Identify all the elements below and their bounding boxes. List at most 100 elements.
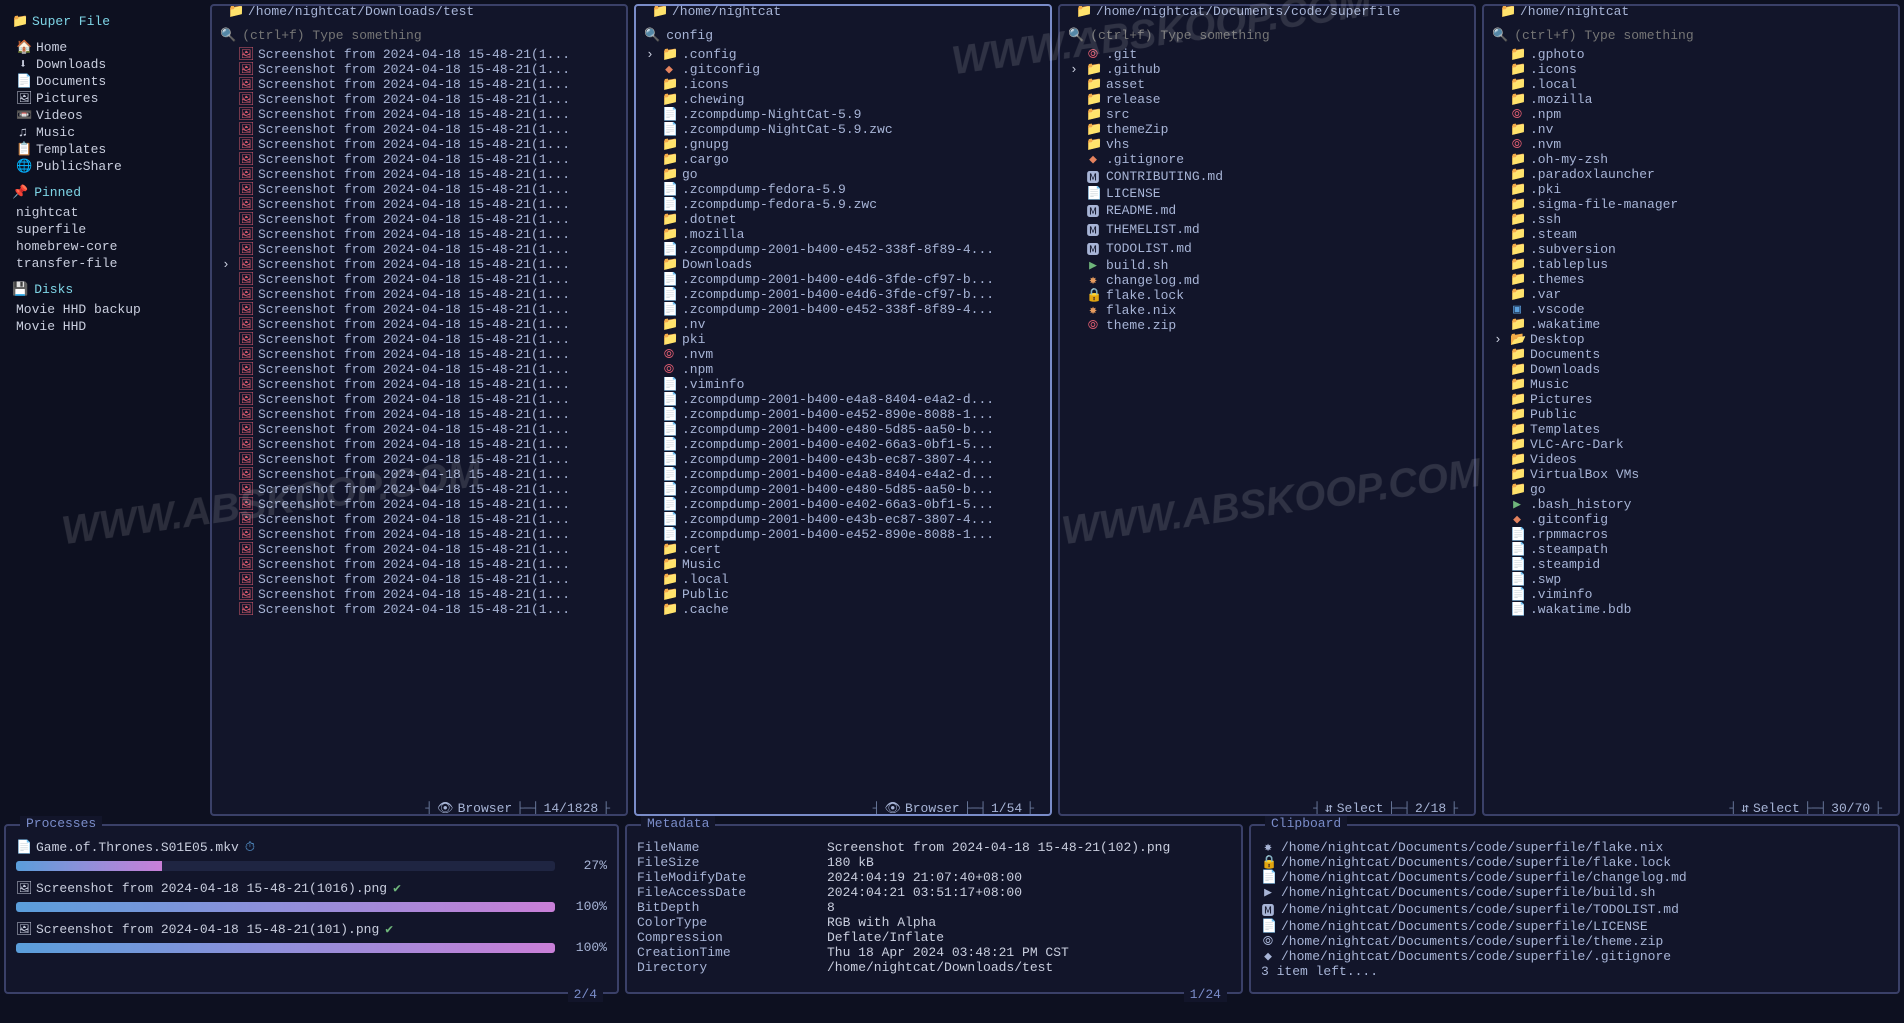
file-item[interactable]: 📄 .swp: [1492, 572, 1890, 587]
file-item[interactable]: 📄 .zcompdump-NightCat-5.9: [644, 107, 1042, 122]
file-item[interactable]: ✸ changelog.md: [1068, 273, 1466, 288]
file-panel-2[interactable]: 📁 /home/nightcat/Documents/code/superfil…: [1058, 4, 1476, 816]
file-item[interactable]: 📁 .sigma-file-manager: [1492, 197, 1890, 212]
file-item[interactable]: › 📁 .config: [644, 47, 1042, 62]
file-item[interactable]: 📁 .dotnet: [644, 212, 1042, 227]
file-item[interactable]: 📁 Public: [644, 587, 1042, 602]
file-item[interactable]: 📁 vhs: [1068, 137, 1466, 152]
file-item[interactable]: ⦾ .nvm: [644, 347, 1042, 362]
search-input[interactable]: [666, 28, 1042, 43]
sidebar-item-music[interactable]: ♫Music: [12, 124, 196, 141]
file-item[interactable]: 📁 release: [1068, 92, 1466, 107]
file-item[interactable]: 📄 .zcompdump-2001-b400-e452-338f-8f89-4.…: [644, 302, 1042, 317]
file-item[interactable]: 📄 .zcompdump-2001-b400-e4d6-3fde-cf97-b.…: [644, 272, 1042, 287]
file-item[interactable]: ⦾ .npm: [644, 362, 1042, 377]
file-item[interactable]: 📄 .zcompdump-fedora-5.9.zwc: [644, 197, 1042, 212]
sidebar-item-documents[interactable]: 📄Documents: [12, 73, 196, 90]
file-item[interactable]: 📁 .cert: [644, 542, 1042, 557]
file-item[interactable]: 📁 .icons: [644, 77, 1042, 92]
search-input[interactable]: [1090, 28, 1466, 43]
file-item[interactable]: 📁 .wakatime: [1492, 317, 1890, 332]
file-item[interactable]: 📁 .themes: [1492, 272, 1890, 287]
pinned-item[interactable]: transfer-file: [12, 255, 196, 272]
pinned-item[interactable]: nightcat: [12, 204, 196, 221]
file-item[interactable]: 🖼 Screenshot from 2024-04-18 15-48-21(1.…: [220, 182, 618, 197]
sidebar-item-downloads[interactable]: ⬇Downloads: [12, 56, 196, 73]
file-item[interactable]: 📁 .nv: [1492, 122, 1890, 137]
sidebar-item-home[interactable]: 🏠Home: [12, 39, 196, 56]
file-item[interactable]: 📁 VirtualBox VMs: [1492, 467, 1890, 482]
file-item[interactable]: 📁 .pki: [1492, 182, 1890, 197]
file-item[interactable]: ▶ .bash_history: [1492, 497, 1890, 512]
file-item[interactable]: 🖼 Screenshot from 2024-04-18 15-48-21(1.…: [220, 467, 618, 482]
file-item[interactable]: 📄 .zcompdump-2001-b400-e452-338f-8f89-4.…: [644, 242, 1042, 257]
file-item[interactable]: 🖼 Screenshot from 2024-04-18 15-48-21(1.…: [220, 62, 618, 77]
file-item[interactable]: 📄 .zcompdump-fedora-5.9: [644, 182, 1042, 197]
file-item[interactable]: 📄 LICENSE: [1068, 186, 1466, 201]
file-item[interactable]: 📁 .mozilla: [1492, 92, 1890, 107]
file-item[interactable]: 📁 .gphoto: [1492, 47, 1890, 62]
file-item[interactable]: 🖼 Screenshot from 2024-04-18 15-48-21(1.…: [220, 542, 618, 557]
file-item[interactable]: 🖼 Screenshot from 2024-04-18 15-48-21(1.…: [220, 152, 618, 167]
file-item[interactable]: 📁 .icons: [1492, 62, 1890, 77]
file-item[interactable]: 🖼 Screenshot from 2024-04-18 15-48-21(1.…: [220, 482, 618, 497]
file-item[interactable]: 🖼 Screenshot from 2024-04-18 15-48-21(1.…: [220, 302, 618, 317]
file-item[interactable]: 📁 .var: [1492, 287, 1890, 302]
file-item[interactable]: ▶ build.sh: [1068, 258, 1466, 273]
file-item[interactable]: 📁 VLC-Arc-Dark: [1492, 437, 1890, 452]
file-item[interactable]: 🖼 Screenshot from 2024-04-18 15-48-21(1.…: [220, 137, 618, 152]
file-item[interactable]: 🖼 Screenshot from 2024-04-18 15-48-21(1.…: [220, 497, 618, 512]
file-item[interactable]: 📄 .steampath: [1492, 542, 1890, 557]
file-item[interactable]: ◆ .gitconfig: [644, 62, 1042, 77]
file-item[interactable]: 📁 Public: [1492, 407, 1890, 422]
file-item[interactable]: 📁 go: [644, 167, 1042, 182]
file-item[interactable]: 📁 go: [1492, 482, 1890, 497]
file-item[interactable]: 🖼 Screenshot from 2024-04-18 15-48-21(1.…: [220, 572, 618, 587]
sidebar-item-pictures[interactable]: 🖼Pictures: [12, 90, 196, 107]
file-panel-1[interactable]: 📁 /home/nightcat 🔍 › 📁 .config ◆ .gitcon…: [634, 4, 1052, 816]
file-item[interactable]: 🖼 Screenshot from 2024-04-18 15-48-21(1.…: [220, 122, 618, 137]
file-item[interactable]: 🖼 Screenshot from 2024-04-18 15-48-21(1.…: [220, 167, 618, 182]
file-item[interactable]: 📁 .gnupg: [644, 137, 1042, 152]
file-item[interactable]: 📄 .viminfo: [1492, 587, 1890, 602]
file-item[interactable]: 📁 .cargo: [644, 152, 1042, 167]
file-item[interactable]: 📄 .zcompdump-2001-b400-e480-5d85-aa50-b.…: [644, 482, 1042, 497]
file-item[interactable]: 📁 .oh-my-zsh: [1492, 152, 1890, 167]
pinned-item[interactable]: homebrew-core: [12, 238, 196, 255]
file-item[interactable]: 📁 Documents: [1492, 347, 1890, 362]
file-item[interactable]: 🅼 CONTRIBUTING.md: [1068, 167, 1466, 186]
file-item[interactable]: 📁 Downloads: [1492, 362, 1890, 377]
file-item[interactable]: 🖼 Screenshot from 2024-04-18 15-48-21(1.…: [220, 362, 618, 377]
file-item[interactable]: 📁 Pictures: [1492, 392, 1890, 407]
file-item[interactable]: ◆ .gitconfig: [1492, 512, 1890, 527]
file-item[interactable]: 📁 .local: [644, 572, 1042, 587]
file-item[interactable]: ⦾ .npm: [1492, 107, 1890, 122]
file-item[interactable]: 📁 Downloads: [644, 257, 1042, 272]
file-item[interactable]: 📄 .rpmmacros: [1492, 527, 1890, 542]
sidebar-item-templates[interactable]: 📋Templates: [12, 141, 196, 158]
file-item[interactable]: 📁 pki: [644, 332, 1042, 347]
file-item[interactable]: 🖼 Screenshot from 2024-04-18 15-48-21(1.…: [220, 92, 618, 107]
file-item[interactable]: 🖼 Screenshot from 2024-04-18 15-48-21(1.…: [220, 437, 618, 452]
file-item[interactable]: 📁 Music: [644, 557, 1042, 572]
file-item[interactable]: 📁 .subversion: [1492, 242, 1890, 257]
file-item[interactable]: 🖼 Screenshot from 2024-04-18 15-48-21(1.…: [220, 287, 618, 302]
file-item[interactable]: 📁 .mozilla: [644, 227, 1042, 242]
file-panel-3[interactable]: 📁 /home/nightcat 🔍 📁 .gphoto 📁 .icons 📁 …: [1482, 4, 1900, 816]
file-item[interactable]: 🖼 Screenshot from 2024-04-18 15-48-21(1.…: [220, 557, 618, 572]
file-item[interactable]: 🖼 Screenshot from 2024-04-18 15-48-21(1.…: [220, 422, 618, 437]
file-item[interactable]: 🖼 Screenshot from 2024-04-18 15-48-21(1.…: [220, 332, 618, 347]
file-item[interactable]: 🖼 Screenshot from 2024-04-18 15-48-21(1.…: [220, 47, 618, 62]
file-item[interactable]: 🅼 TODOLIST.md: [1068, 239, 1466, 258]
file-item[interactable]: 🖼 Screenshot from 2024-04-18 15-48-21(1.…: [220, 317, 618, 332]
file-item[interactable]: 🖼 Screenshot from 2024-04-18 15-48-21(1.…: [220, 77, 618, 92]
file-item[interactable]: 🖼 Screenshot from 2024-04-18 15-48-21(1.…: [220, 392, 618, 407]
file-item[interactable]: 🖼 Screenshot from 2024-04-18 15-48-21(1.…: [220, 272, 618, 287]
file-item[interactable]: 🖼 Screenshot from 2024-04-18 15-48-21(1.…: [220, 407, 618, 422]
file-item[interactable]: 🖼 Screenshot from 2024-04-18 15-48-21(1.…: [220, 107, 618, 122]
file-item[interactable]: 📁 .nv: [644, 317, 1042, 332]
file-item[interactable]: 📁 Music: [1492, 377, 1890, 392]
file-item[interactable]: › 📂 Desktop: [1492, 332, 1890, 347]
file-item[interactable]: ◆ .gitignore: [1068, 152, 1466, 167]
file-item[interactable]: 🖼 Screenshot from 2024-04-18 15-48-21(1.…: [220, 512, 618, 527]
